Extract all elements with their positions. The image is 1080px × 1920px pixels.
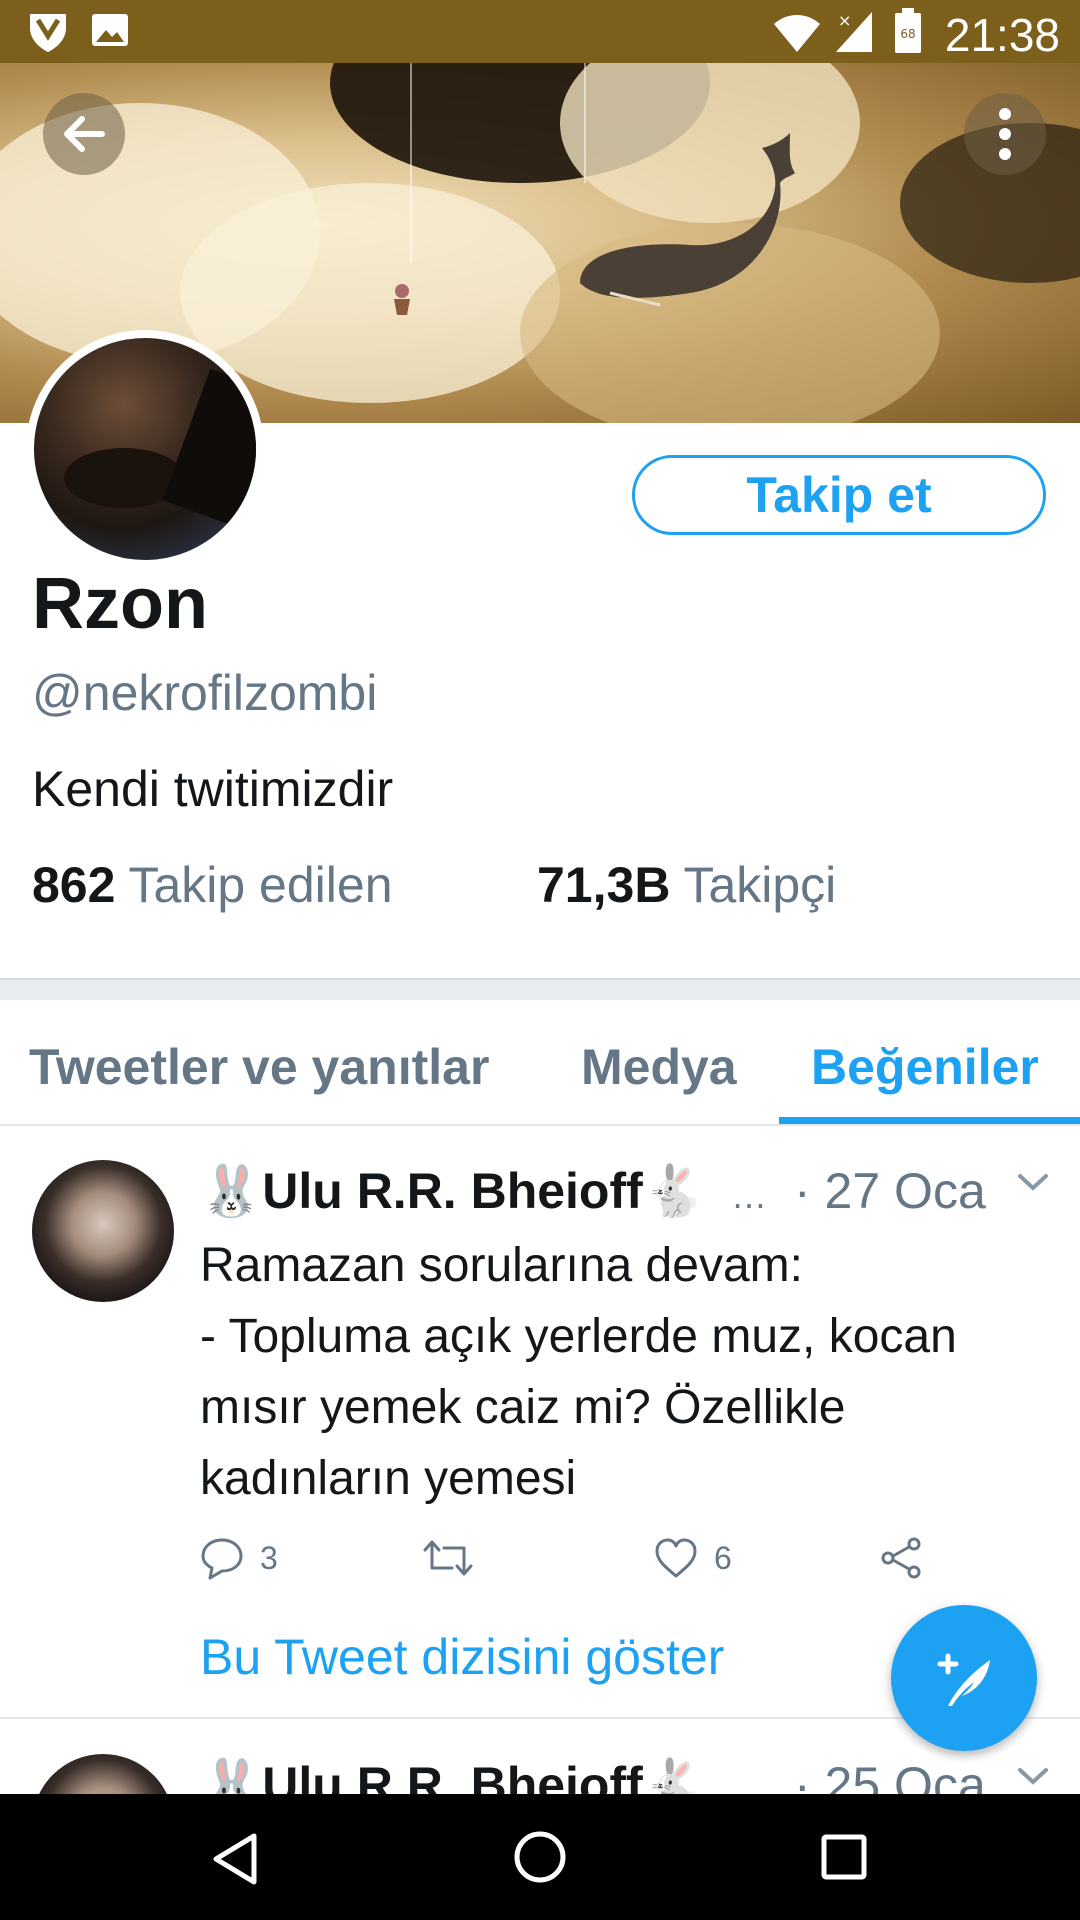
image-icon [90,10,130,55]
like-count: 6 [714,1539,732,1576]
back-nav-icon[interactable] [210,1832,260,1891]
reply-icon [201,1538,243,1580]
share-icon [881,1537,921,1579]
flower-pot-illustration [394,284,410,315]
arrow-left-icon [64,116,105,152]
tab-tweets-and-replies[interactable]: Tweetler ve yanıtlar [29,1038,489,1096]
profile-tabs: Tweetler ve yanıtlar Medya Beğeniler [0,1000,1080,1126]
recents-nav-icon[interactable] [820,1833,868,1886]
display-name: Rzon [32,564,208,644]
follow-button[interactable]: Takip et [632,455,1046,535]
share-button[interactable] [880,1536,924,1580]
name-truncation: … [730,1175,767,1216]
following-stat[interactable]: 862 Takip edilen [32,857,393,913]
whale-illustration [580,133,795,307]
followers-stat[interactable]: 71,3B Takipçi [537,856,836,914]
tweet-date: · 27 Oca [794,1163,986,1219]
compose-feather-icon [937,1653,990,1706]
show-thread-link[interactable]: Bu Tweet dizisini göster [200,1628,724,1686]
compose-tweet-button[interactable] [891,1605,1037,1751]
user-handle: @nekrofilzombi [32,665,378,721]
profile-bio: Kendi twitimizdir [32,761,394,817]
more-vertical-icon [999,108,1011,160]
tab-media[interactable]: Medya [581,1038,737,1096]
tweet-text: Ramazan sorularına devam: - Topluma açık… [200,1239,957,1505]
reply-button[interactable]: 3 [200,1536,278,1580]
shield-icon [26,10,70,59]
more-options-button[interactable] [964,93,1046,175]
system-navigation-bar [0,1794,1080,1920]
profile-stats: 862 Takip edilen 71,3B Takipçi [32,856,836,914]
home-nav-icon[interactable] [513,1830,567,1889]
wifi-icon [772,10,822,59]
followers-count: 71,3B [537,857,671,913]
retweet-button[interactable] [422,1536,474,1580]
chevron-down-icon[interactable] [1016,1170,1050,1199]
tweet-author-name: 🐰Ulu R.R. Bheioff🐇 … [200,1163,767,1219]
svg-text:×: × [838,11,851,30]
back-button[interactable] [43,93,125,175]
like-button[interactable]: 6 [654,1536,732,1580]
section-divider [0,978,1080,1000]
chevron-down-icon[interactable] [1016,1764,1050,1793]
active-tab-indicator [779,1117,1080,1124]
following-label: Takip edilen [128,857,393,913]
svg-text:68: 68 [900,27,915,41]
reply-count: 3 [260,1539,278,1576]
status-bar: × 68 21:38 [0,0,1080,63]
following-count: 862 [32,857,116,913]
status-time: 21:38 [944,9,1060,61]
tab-likes[interactable]: Beğeniler [811,1038,1039,1096]
retweet-icon [423,1540,473,1576]
heart-icon [655,1538,697,1578]
profile-avatar[interactable] [26,330,264,568]
battery-icon: 68 [893,8,923,59]
tweet-author-avatar[interactable] [32,1160,174,1302]
followers-label: Takipçi [683,857,837,913]
signal-icon: × [834,10,874,59]
